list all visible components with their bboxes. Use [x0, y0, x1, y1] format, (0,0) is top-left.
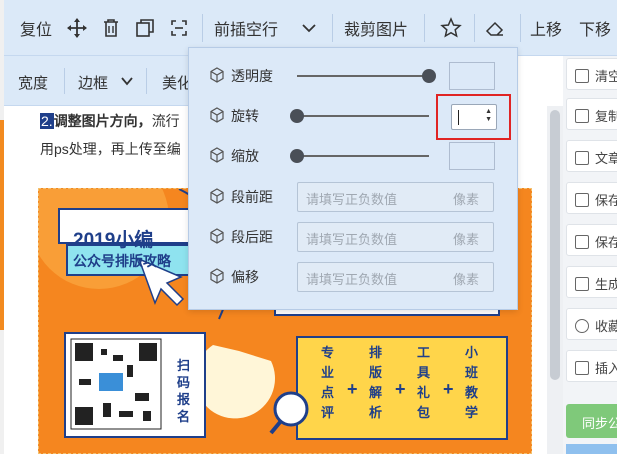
spacing-before-input[interactable]: 请填写正负数值 像素 — [297, 182, 494, 212]
input-placeholder: 请填写正负数值 — [306, 232, 398, 247]
search-doc-icon — [575, 151, 589, 165]
poster-plus: + — [347, 379, 358, 399]
opacity-value[interactable] — [449, 62, 495, 90]
opacity-slider[interactable] — [297, 75, 429, 77]
fullscreen-icon[interactable] — [168, 17, 190, 39]
input-placeholder: 请填写正负数值 — [306, 192, 398, 207]
sidebar-item-clear[interactable]: 清空 — [566, 58, 617, 90]
poster-item: 工具礼包 — [417, 345, 431, 420]
toolbar-divider — [146, 68, 147, 94]
spacing-after-input[interactable]: 请填写正负数值 像素 — [297, 222, 494, 252]
poster-subtitle: 公众号排版攻略 — [73, 253, 171, 269]
scale-slider-handle[interactable] — [290, 149, 304, 163]
poster-plus: + — [395, 379, 406, 399]
sidebar-item-article[interactable]: 文章 — [566, 140, 617, 172]
offset-input[interactable]: 请填写正负数值 像素 — [297, 262, 494, 292]
delete-icon[interactable] — [100, 17, 122, 39]
move-up-button[interactable]: 上移 — [530, 16, 562, 40]
cube-icon — [210, 268, 224, 284]
poster-item: 排版解析 — [369, 345, 383, 420]
right-sidebar: 清空 复制 文章 保存 保存 生成 收藏 插入 同步公 — [563, 56, 617, 454]
input-unit: 像素 — [452, 192, 479, 207]
trash-icon — [575, 69, 589, 83]
spacing-before-label: 段前距 — [231, 189, 273, 205]
rotate-slider-handle[interactable] — [290, 109, 304, 123]
image-toolbar-secondary: 宽度 边框 美化 — [4, 56, 194, 106]
save-icon — [575, 235, 589, 249]
toolbar-divider — [520, 14, 521, 42]
toolbar-divider — [332, 14, 333, 42]
sidebar-item-save[interactable]: 保存 — [566, 182, 617, 214]
move-icon[interactable] — [66, 17, 88, 39]
sidebar-bottom-button[interactable] — [566, 444, 617, 454]
width-button[interactable]: 宽度 — [18, 72, 48, 93]
save-icon — [575, 193, 589, 207]
reset-button[interactable]: 复位 — [20, 16, 52, 40]
poster-qr-caption: 扫码报名 — [177, 358, 191, 424]
cube-icon — [210, 107, 224, 123]
move-down-button[interactable]: 下移 — [579, 16, 611, 40]
star-icon — [575, 319, 589, 333]
cube-icon — [210, 147, 224, 163]
crop-image-button[interactable]: 裁剪图片 — [344, 16, 408, 40]
opacity-row: 透明度 — [189, 61, 519, 91]
poster-title: 2019小编 — [73, 230, 154, 251]
scale-label: 缩放 — [231, 148, 259, 164]
offset-label: 偏移 — [231, 269, 259, 285]
input-unit: 像素 — [452, 232, 479, 247]
paragraph-number: 2. — [40, 113, 54, 129]
spacing-after-label: 段后距 — [231, 229, 273, 245]
toolbar-divider — [424, 14, 425, 42]
sidebar-item-save-as[interactable]: 保存 — [566, 224, 617, 256]
spacing-before-row: 段前距 请填写正负数值 像素 — [189, 182, 519, 212]
scale-slider[interactable] — [297, 155, 429, 157]
cube-icon — [210, 188, 224, 204]
cube-icon — [210, 67, 224, 83]
spacing-after-row: 段后距 请填写正负数值 像素 — [189, 222, 519, 252]
offset-row: 偏移 请填写正负数值 像素 — [189, 262, 519, 292]
toolbar-divider — [474, 14, 475, 42]
sidebar-item-favorite[interactable]: 收藏 — [566, 308, 617, 340]
paragraph-bold-text: 调整图片方向， — [53, 113, 152, 129]
paragraph: 2.调整图片方向，流行 — [40, 111, 180, 131]
sync-button[interactable]: 同步公 — [566, 404, 617, 438]
image-icon — [575, 277, 589, 291]
chart-icon — [575, 361, 589, 375]
eraser-icon[interactable] — [484, 17, 506, 39]
toolbar-divider — [202, 14, 203, 42]
border-button[interactable]: 边框 — [78, 72, 108, 93]
poster-item: 专业点评 — [321, 345, 335, 420]
poster-plus: + — [443, 379, 454, 399]
star-icon[interactable] — [440, 17, 462, 39]
scale-row: 缩放 — [189, 141, 519, 171]
insert-empty-line-button[interactable]: 前插空行 — [214, 16, 278, 40]
poster-item: 小班教学 — [465, 345, 479, 420]
cube-icon — [210, 228, 224, 244]
chevron-down-icon[interactable] — [120, 74, 134, 88]
image-adjust-panel: 透明度 旋转 ▲▼ 缩放 段前距 请填写正负数值 像素 段后距 请填写正负数值 — [188, 47, 518, 310]
rotate-label: 旋转 — [231, 108, 259, 124]
sidebar-item-copy[interactable]: 复制 — [566, 98, 617, 130]
highlight-box — [436, 94, 511, 140]
input-unit: 像素 — [452, 272, 479, 287]
paragraph: 用ps处理，再上传至编 — [40, 141, 181, 157]
sidebar-item-generate[interactable]: 生成 — [566, 266, 617, 298]
sidebar-item-insert[interactable]: 插入 — [566, 350, 617, 382]
chevron-down-icon[interactable] — [298, 17, 320, 39]
opacity-label: 透明度 — [231, 68, 273, 84]
paragraph-text: 流行 — [151, 113, 180, 129]
copy-icon — [575, 109, 589, 123]
copy-icon[interactable] — [134, 17, 156, 39]
scale-value[interactable] — [449, 142, 495, 170]
rotate-slider[interactable] — [297, 115, 429, 117]
opacity-slider-handle[interactable] — [422, 69, 436, 83]
toolbar-divider — [64, 68, 65, 94]
scrollbar-thumb[interactable] — [550, 110, 560, 380]
input-placeholder: 请填写正负数值 — [306, 272, 398, 287]
